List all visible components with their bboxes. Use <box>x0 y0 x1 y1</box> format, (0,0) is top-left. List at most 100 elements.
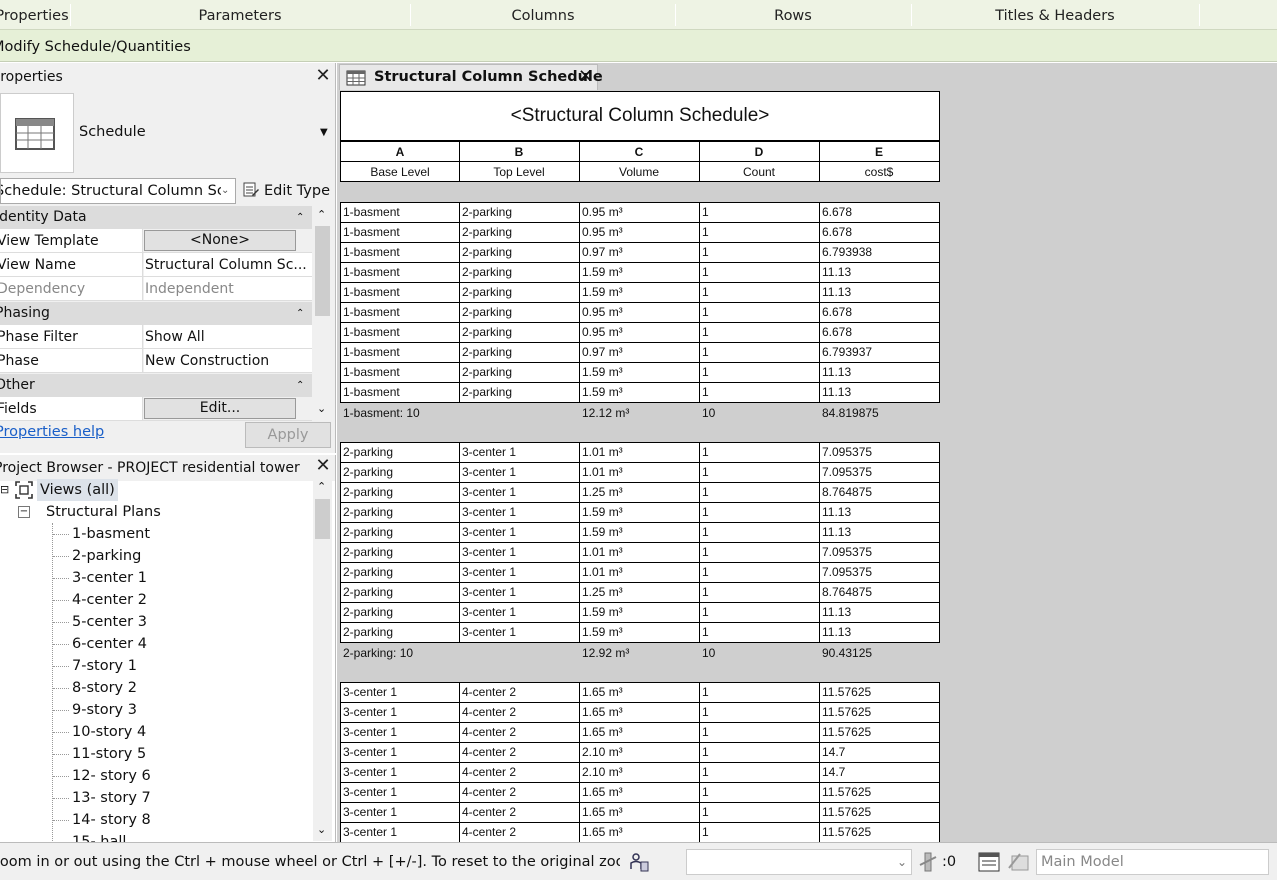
collapse-icon[interactable]: ⌃ <box>296 374 304 397</box>
design-options-icon[interactable] <box>978 852 1000 872</box>
table-cell[interactable]: 1.01 m³ <box>579 462 698 482</box>
table-cell[interactable]: 1.59 m³ <box>579 382 698 402</box>
phase-filter-field[interactable]: Show All <box>144 325 312 348</box>
schedule-title[interactable]: <Structural Column Schedule> <box>340 91 940 141</box>
table-cell[interactable]: 6.793938 <box>819 242 938 262</box>
table-cell[interactable]: 11.13 <box>819 362 938 382</box>
scrollbar-thumb[interactable] <box>315 226 330 316</box>
table-cell[interactable]: 2-parking <box>340 462 459 482</box>
tree-item-view[interactable]: 9-story 3 <box>72 699 137 721</box>
table-cell[interactable]: 2-parking <box>459 242 578 262</box>
table-cell[interactable]: 4-center 2 <box>459 722 578 742</box>
table-cell[interactable]: 1.59 m³ <box>579 602 698 622</box>
workset-dropdown[interactable]: ⌄ <box>686 849 912 875</box>
table-cell[interactable]: 1-basment <box>340 322 459 342</box>
table-cell[interactable]: 1 <box>699 382 818 402</box>
design-option-filter-icon[interactable] <box>1008 852 1030 872</box>
table-cell[interactable]: 1 <box>699 622 818 642</box>
table-cell[interactable]: 1.59 m³ <box>579 522 698 542</box>
table-cell[interactable]: 11.57625 <box>819 802 938 822</box>
table-cell[interactable]: 4-center 2 <box>459 742 578 762</box>
tab-rows[interactable]: Rows <box>676 0 910 29</box>
table-cell[interactable]: 3-center 1 <box>459 522 578 542</box>
table-cell[interactable]: 11.13 <box>819 502 938 522</box>
table-cell[interactable]: 1.65 m³ <box>579 702 698 722</box>
table-cell[interactable]: 2.10 m³ <box>579 742 698 762</box>
group-phasing[interactable]: Phasing ⌃ <box>0 302 312 325</box>
table-cell[interactable]: 2-parking <box>340 562 459 582</box>
table-cell[interactable]: 3-center 1 <box>459 602 578 622</box>
column-letter[interactable]: C <box>579 142 699 162</box>
browser-scrollbar[interactable]: ⌃ ⌄ <box>313 479 332 841</box>
instance-selector[interactable]: Schedule: Structural Column Sche ⌄ <box>0 178 236 204</box>
table-cell[interactable]: 0.97 m³ <box>579 342 698 362</box>
table-cell[interactable]: 1 <box>699 562 818 582</box>
table-cell[interactable]: 6.678 <box>819 202 938 222</box>
table-cell[interactable]: 1-basment <box>340 262 459 282</box>
table-cell[interactable]: 0.95 m³ <box>579 322 698 342</box>
table-cell[interactable]: 3-center 1 <box>340 802 459 822</box>
tab-columns[interactable]: Columns <box>412 0 674 29</box>
table-cell[interactable]: 2-parking <box>340 602 459 622</box>
table-cell[interactable]: 8.764875 <box>819 482 938 502</box>
table-cell[interactable]: 1 <box>699 682 818 702</box>
table-cell[interactable]: 1.65 m³ <box>579 682 698 702</box>
column-letter[interactable]: A <box>340 142 460 162</box>
table-cell[interactable]: 4-center 2 <box>459 822 578 842</box>
table-cell[interactable]: 2-parking <box>340 482 459 502</box>
view-name-field[interactable]: Structural Column Sc... <box>144 253 312 276</box>
table-cell[interactable]: 3-center 1 <box>459 562 578 582</box>
table-cell[interactable]: 3-center 1 <box>340 702 459 722</box>
table-cell[interactable]: 1 <box>699 782 818 802</box>
table-cell[interactable]: 2-parking <box>340 582 459 602</box>
table-cell[interactable]: 11.57625 <box>819 682 938 702</box>
table-cell[interactable]: 11.13 <box>819 262 938 282</box>
column-header[interactable]: Volume <box>579 162 699 182</box>
scroll-down-icon[interactable]: ⌄ <box>317 823 326 836</box>
table-cell[interactable]: 6.678 <box>819 302 938 322</box>
table-cell[interactable]: 4-center 2 <box>459 802 578 822</box>
table-cell[interactable]: 14.7 <box>819 762 938 782</box>
table-cell[interactable]: 2-parking <box>340 502 459 522</box>
table-cell[interactable]: 2.10 m³ <box>579 762 698 782</box>
close-icon[interactable]: ✕ <box>578 64 593 89</box>
table-cell[interactable]: 4-center 2 <box>459 702 578 722</box>
table-cell[interactable]: 1.01 m³ <box>579 562 698 582</box>
table-cell[interactable]: 1.01 m³ <box>579 542 698 562</box>
tree-item-view[interactable]: 14- story 8 <box>72 809 151 831</box>
view-template-button[interactable]: <None> <box>144 230 296 251</box>
table-cell[interactable]: 6.678 <box>819 222 938 242</box>
table-cell[interactable]: 3-center 1 <box>459 442 578 462</box>
worksharing-icon[interactable] <box>628 851 650 873</box>
tree-item-view[interactable]: 12- story 6 <box>72 765 151 787</box>
table-cell[interactable]: 1-basment <box>340 222 459 242</box>
table-cell[interactable]: 1 <box>699 202 818 222</box>
table-cell[interactable]: 2-parking <box>340 442 459 462</box>
table-cell[interactable]: 1 <box>699 502 818 522</box>
table-cell[interactable]: 3-center 1 <box>459 622 578 642</box>
table-cell[interactable]: 1 <box>699 762 818 782</box>
tree-collapse-icon[interactable]: − <box>18 506 30 518</box>
column-letter[interactable]: E <box>819 142 939 162</box>
scrollbar-thumb[interactable] <box>315 499 330 539</box>
group-other[interactable]: Other ⌃ <box>0 374 312 397</box>
table-cell[interactable]: 3-center 1 <box>340 762 459 782</box>
table-cell[interactable]: 11.57625 <box>819 722 938 742</box>
table-cell[interactable]: 4-center 2 <box>459 782 578 802</box>
column-letter[interactable]: D <box>699 142 819 162</box>
table-cell[interactable]: 2-parking <box>340 622 459 642</box>
tab-parameters[interactable]: Parameters <box>72 0 408 29</box>
table-cell[interactable]: 1 <box>699 522 818 542</box>
scroll-up-icon[interactable]: ⌃ <box>317 480 326 493</box>
tree-item-view[interactable]: 2-parking <box>72 545 141 567</box>
table-cell[interactable]: 1-basment <box>340 382 459 402</box>
table-cell[interactable]: 2-parking <box>459 282 578 302</box>
table-cell[interactable]: 0.95 m³ <box>579 302 698 322</box>
view-tab-structural-column-schedule[interactable]: Structural Column Schedule ✕ <box>339 64 603 90</box>
column-header[interactable]: Top Level <box>459 162 579 182</box>
group-total-cell[interactable]: 10 <box>699 403 818 423</box>
scroll-down-icon[interactable]: ⌄ <box>317 402 326 415</box>
table-cell[interactable]: 8.764875 <box>819 582 938 602</box>
table-cell[interactable]: 7.095375 <box>819 542 938 562</box>
table-cell[interactable]: 1 <box>699 442 818 462</box>
